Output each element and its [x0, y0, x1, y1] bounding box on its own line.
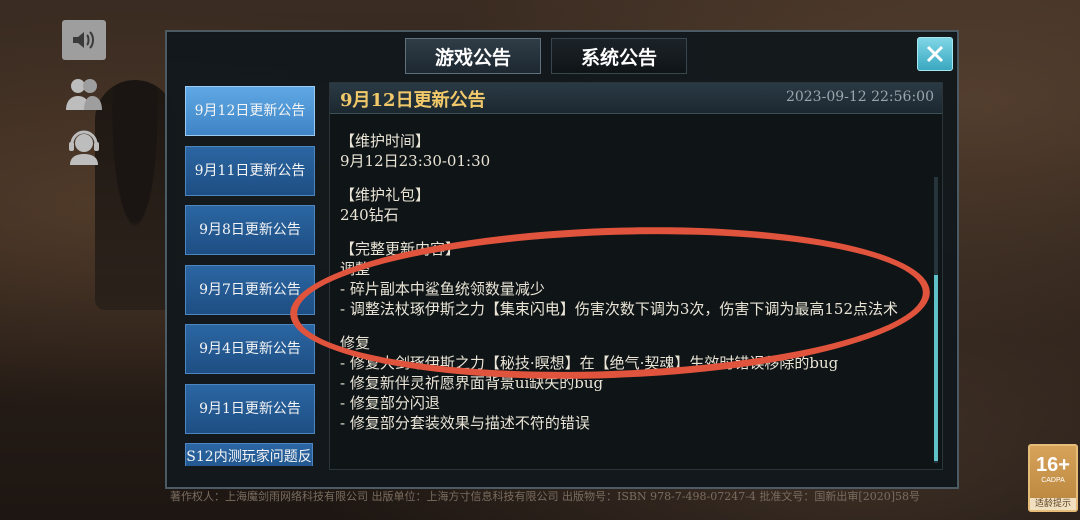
tab-game-announcement[interactable]: 游戏公告 [405, 38, 541, 74]
list-item[interactable]: 9月8日更新公告 [185, 205, 315, 255]
content-line: 调整 [340, 260, 371, 278]
scrollbar[interactable] [934, 177, 938, 463]
close-button[interactable] [917, 37, 953, 71]
scrollbar-thumb[interactable] [934, 275, 938, 461]
content-line: 9月12日23:30-01:30 [340, 152, 491, 170]
announcement-tabs: 游戏公告 系统公告 [405, 38, 687, 74]
age-rating-number: 16+ [1036, 454, 1070, 476]
announcement-title: 9月12日更新公告 [340, 90, 486, 111]
age-rating-badge[interactable]: 16+ CADPA 适龄提示 [1028, 444, 1078, 512]
friends-icon[interactable] [62, 74, 106, 114]
content-line: - 碎片副本中鲨鱼统领数量减少 [340, 280, 545, 298]
content-line: 【完整更新内容】 [340, 240, 461, 258]
list-item[interactable]: 9月11日更新公告 [185, 145, 315, 196]
side-toolbar [62, 20, 106, 182]
tab-system-announcement[interactable]: 系统公告 [551, 38, 687, 74]
speaker-icon[interactable] [62, 20, 106, 60]
announcement-list: 9月12日更新公告 9月11日更新公告 9月8日更新公告 9月7日更新公告 9月… [185, 86, 317, 466]
age-rating-label: 适龄提示 [1030, 498, 1076, 510]
announcement-content: 9月12日更新公告 2023-09-12 22:56:00 【维护时间】 9月12… [329, 82, 943, 470]
content-line: - 修复新伴灵祈愿界面背景ui缺失的bug [340, 374, 604, 392]
content-line: 【维护礼包】 [340, 186, 431, 204]
content-line: - 修复大剑琢伊斯之力【秘技·瞑想】在【绝气·契魂】生效时错误移除的bug [340, 354, 839, 372]
content-line: 240钻石 [340, 206, 399, 224]
customer-service-icon[interactable] [62, 128, 106, 168]
content-line: - 修复部分闪退 [340, 394, 440, 412]
close-icon [926, 45, 944, 63]
content-line: - 调整法杖琢伊斯之力【集束闪电】伤害次数下调为3次，伤害下调为最高152点法术 [340, 300, 899, 318]
content-line: - 修复部分套装效果与描述不符的错误 [340, 414, 590, 432]
content-line: 修复 [340, 334, 371, 352]
copyright-footer: 著作权人：上海魔剑雨网络科技有限公司 出版单位：上海方寸信息科技有限公司 出版物… [170, 490, 960, 504]
age-rating-org: CADPA [1041, 477, 1065, 484]
list-item[interactable]: 9月4日更新公告 [185, 324, 315, 374]
announcement-datetime: 2023-09-12 22:56:00 [785, 89, 934, 105]
content-line: 【维护时间】 [340, 132, 431, 150]
list-item[interactable]: 9月1日更新公告 [185, 383, 315, 434]
announcement-body: 【维护时间】 9月12日23:30-01:30 【维护礼包】 240钻石【完整更新内容… [340, 131, 920, 433]
list-item[interactable]: 9月7日更新公告 [185, 264, 315, 315]
list-item[interactable]: S12内测玩家问题反馈回复公告 [185, 443, 313, 466]
list-item[interactable]: 9月12日更新公告 [185, 86, 315, 136]
game-character [95, 80, 175, 310]
announcement-panel: 游戏公告 系统公告 9月12日更新公告 9月11日更新公告 9月8日更新公告 9… [165, 30, 959, 489]
copyright-line: 著作权人：上海魔剑雨网络科技有限公司 出版单位：上海方寸信息科技有限公司 出版物… [170, 490, 920, 503]
content-header: 9月12日更新公告 2023-09-12 22:56:00 [330, 83, 942, 114]
